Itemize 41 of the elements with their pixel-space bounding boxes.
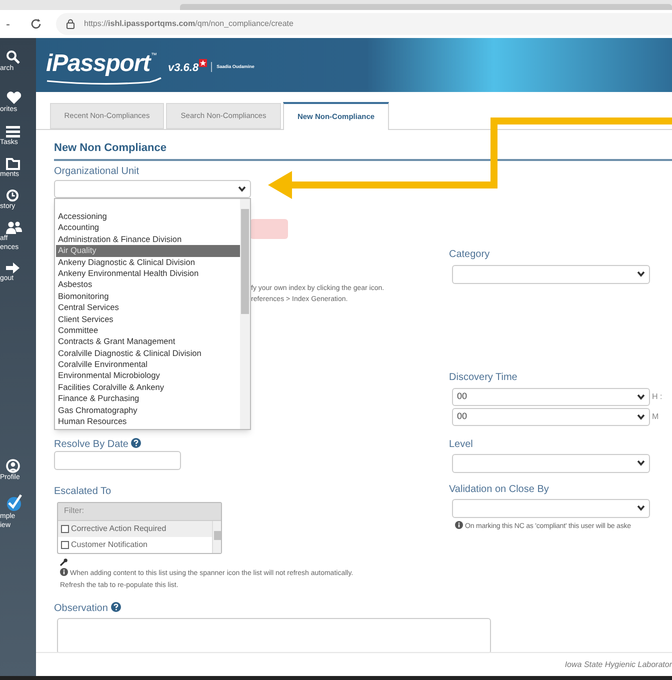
field-label: Category <box>449 248 491 260</box>
logo-text: iPassport <box>46 52 150 76</box>
field-label: Level <box>449 438 474 450</box>
dropdown-option[interactable]: Committee <box>56 324 240 336</box>
url-text: https://ishl.ipassportqms.com/qm/non_compliance/create <box>84 18 294 30</box>
field-label: Validation on Close By <box>449 484 550 496</box>
field-label: Escalated To <box>54 486 112 498</box>
back-button[interactable]: - <box>0 15 18 33</box>
address-bar[interactable]: https://ishl.ipassportqms.com/qm/non_compliance/create <box>56 13 672 35</box>
dropdown-option[interactable]: Ankeny Environmental Health Division <box>56 268 240 280</box>
field-label: Discovery Time <box>449 372 518 384</box>
unit-text: M <box>652 410 659 422</box>
select-field[interactable]: 00 <box>452 388 650 406</box>
version-text: v3.6.8 <box>168 60 199 76</box>
dropdown-option[interactable]: Coralville Diagnostic & Clinical Division <box>56 348 240 360</box>
escalated-list[interactable]: Filter: Corrective Action Required Customer Notification <box>57 502 222 554</box>
dropdown-option[interactable]: Environmental Microbiology <box>56 370 240 382</box>
dropdown-option[interactable]: Air Quality <box>56 245 240 257</box>
dropdown-option[interactable]: Administration & Finance Division <box>56 234 240 246</box>
dropdown-option[interactable]: Central Services <box>56 302 240 314</box>
field-label: Organizational Unit <box>54 166 140 178</box>
dropdown-option[interactable]: Accessioning <box>56 211 240 222</box>
dropdown-option[interactable]: Human Resources <box>56 416 240 428</box>
dropdown-option[interactable]: Gas Chromatography <box>56 404 240 416</box>
checkbox-label: Corrective Action Required <box>71 522 166 534</box>
dropdown-option[interactable]: Facilities Coralville & Ankeny <box>56 382 240 394</box>
dropdown-option[interactable]: Ankeny Diagnostic & Clinical Division <box>56 256 240 268</box>
section-title: New Non Compliance <box>54 141 168 156</box>
dropdown-option[interactable]: Accounting <box>56 222 240 234</box>
dropdown-option[interactable]: Asbestos <box>56 279 240 291</box>
dropdown-option[interactable]: Finance & Purchasing <box>56 393 240 405</box>
checkbox-label: Customer Notification <box>71 538 148 550</box>
field-label: Resolve By Date <box>54 438 447 450</box>
dropdown-option[interactable]: Client Services <box>56 314 240 325</box>
dropdown-option[interactable]: Biomonitoring <box>56 290 240 302</box>
field-label: Observation <box>54 602 447 614</box>
select-field[interactable]: 00 <box>452 408 650 426</box>
footer-text: Iowa State Hygienic Laborator <box>564 658 672 670</box>
dropdown-option[interactable]: Coralville Environmental <box>56 359 240 370</box>
dropdown-option[interactable]: Contracts & Grant Management <box>56 336 240 348</box>
unit-text: H : <box>652 390 662 402</box>
